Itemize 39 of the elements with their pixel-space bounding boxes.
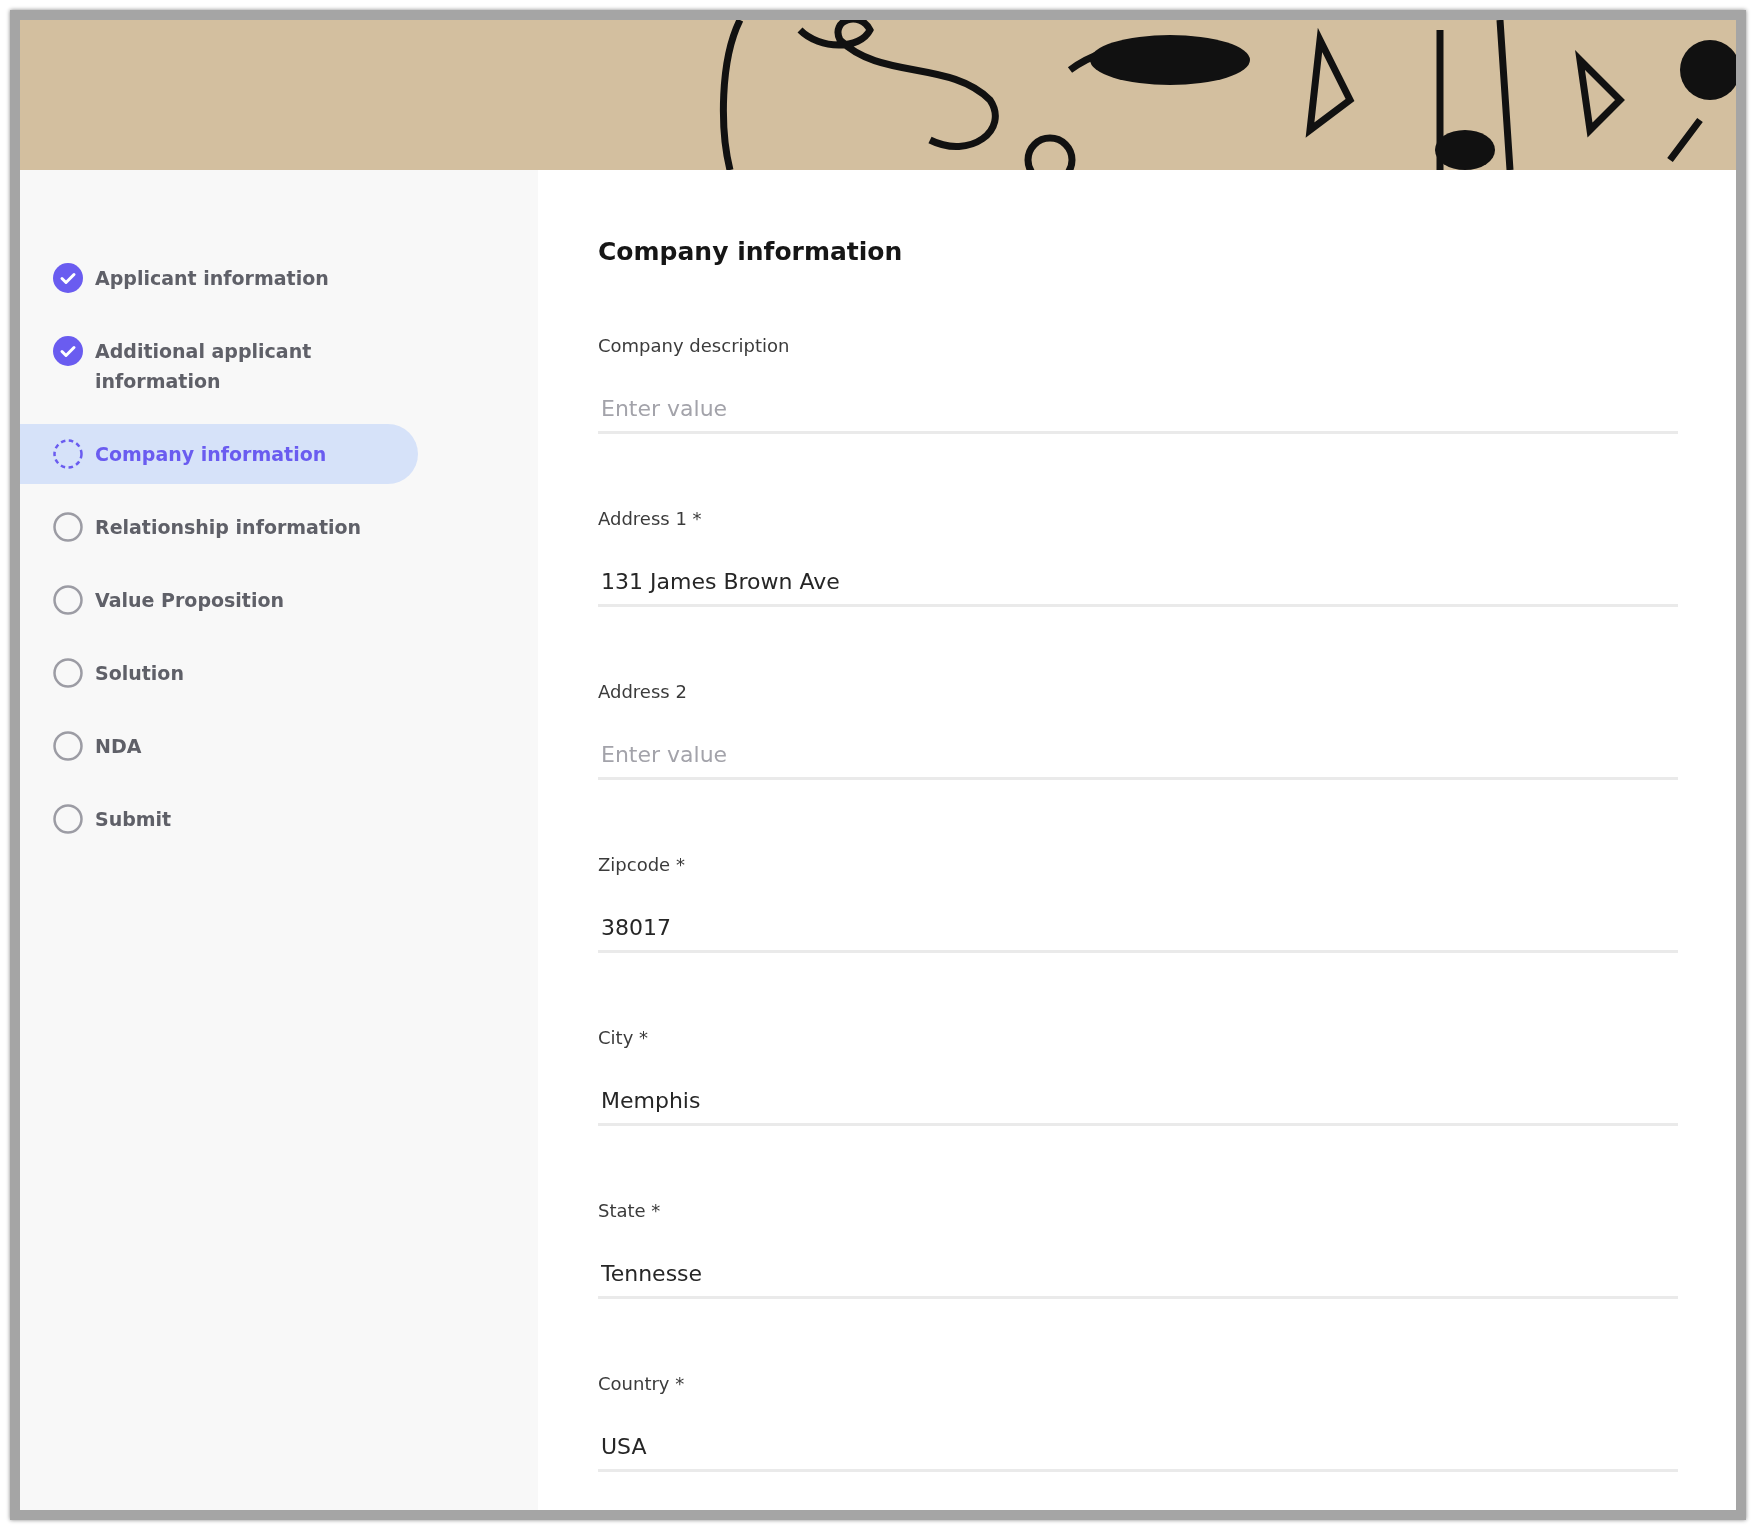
field-label: Country * xyxy=(598,1371,686,1396)
step-label: Relationship information xyxy=(95,515,362,540)
step-label: Value Proposition xyxy=(95,588,285,613)
check-icon xyxy=(53,336,83,366)
step-item[interactable]: Applicant information xyxy=(20,248,418,308)
step-item[interactable]: Solution xyxy=(20,643,418,703)
input-field[interactable]: 131 James Brown Ave xyxy=(598,558,1678,607)
step-label: Solution xyxy=(95,661,184,686)
field-label: Address 2 xyxy=(598,679,688,704)
step-item[interactable]: Relationship information xyxy=(20,497,418,557)
step-item[interactable]: Additional applicant information xyxy=(20,321,418,411)
field-label: Company description xyxy=(598,333,791,358)
dashed-circle-icon xyxy=(53,439,83,469)
input-field[interactable]: Enter value xyxy=(598,731,1678,780)
input-field[interactable]: Enter value xyxy=(598,385,1678,434)
circle-icon xyxy=(53,585,83,615)
field-label: State * xyxy=(598,1198,662,1223)
input-field[interactable]: Tennesse xyxy=(598,1250,1678,1299)
field-label: Zipcode * xyxy=(598,852,686,877)
step-label: NDA xyxy=(95,734,142,759)
step-label: Submit xyxy=(95,807,172,832)
input-field[interactable]: USA xyxy=(598,1423,1678,1472)
step-label: Company information xyxy=(95,442,327,467)
check-icon xyxy=(53,263,83,293)
circle-icon xyxy=(53,731,83,761)
field-label: City * xyxy=(598,1025,649,1050)
input-field[interactable]: 38017 xyxy=(598,904,1678,953)
step-item[interactable]: Value Proposition xyxy=(20,570,418,630)
field-label: Address 1 * xyxy=(598,506,703,531)
step-item[interactable]: NDA xyxy=(20,716,418,776)
step-label: Applicant information xyxy=(95,266,329,291)
step-label: Additional applicant information xyxy=(95,339,313,394)
step-item[interactable]: Submit xyxy=(20,789,418,849)
circle-icon xyxy=(53,658,83,688)
step-item[interactable]: Company information xyxy=(20,424,418,484)
circle-icon xyxy=(53,512,83,542)
circle-icon xyxy=(53,804,83,834)
input-field[interactable]: Memphis xyxy=(598,1077,1678,1126)
form-title: Company information xyxy=(598,236,904,268)
